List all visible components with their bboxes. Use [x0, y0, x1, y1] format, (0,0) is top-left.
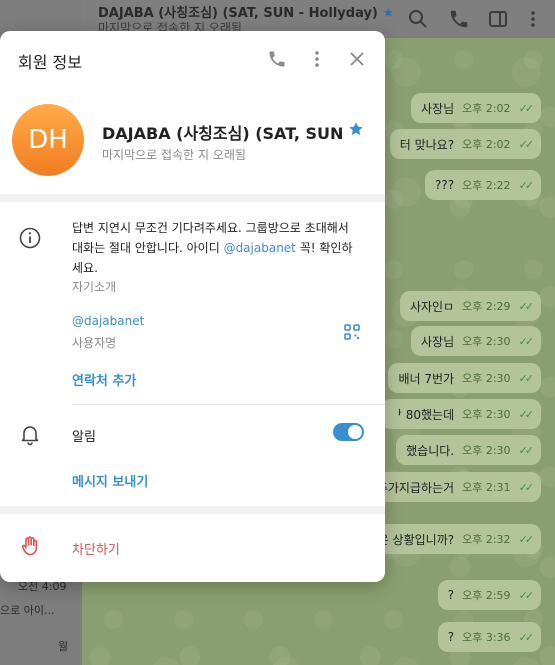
- phone-icon[interactable]: [448, 8, 470, 30]
- message-bubble[interactable]: ??? 오후 2:22 ✓✓: [425, 170, 541, 200]
- send-message-button[interactable]: 메시지 보내기: [72, 471, 148, 490]
- search-icon[interactable]: [407, 8, 429, 30]
- block-user-button[interactable]: 차단하기: [72, 539, 120, 558]
- double-check-icon: ✓✓: [518, 334, 535, 348]
- dialog-title: 회원 정보: [18, 53, 82, 72]
- notifications-label: 알림: [72, 430, 96, 445]
- message-bubble[interactable]: 배너 7번가 오후 2:30 ✓✓: [388, 363, 541, 393]
- message-bubble[interactable]: 사장님 오후 2:30 ✓✓: [410, 326, 541, 356]
- qr-code-icon[interactable]: [340, 320, 364, 344]
- message-bubble[interactable]: 터 맞나요? 오후 2:02 ✓✓: [389, 129, 541, 159]
- chat-list-preview: 으로 아이...: [0, 604, 55, 617]
- double-check-icon: ✓✓: [518, 371, 535, 385]
- message-bubble[interactable]: ᅡ 80했는데 오후 2:30 ✓✓: [380, 399, 541, 429]
- message-bubble[interactable]: 사자인ㅁ 오후 2:29 ✓✓: [399, 291, 541, 321]
- verified-star-icon: [348, 121, 364, 141]
- double-check-icon: ✓✓: [518, 443, 535, 457]
- divider: [72, 404, 385, 405]
- double-check-icon: ✓✓: [518, 299, 535, 313]
- message-bubble[interactable]: ? 오후 2:59 ✓✓: [437, 580, 541, 610]
- double-check-icon: ✓✓: [518, 630, 535, 644]
- hand-stop-icon: [18, 534, 42, 558]
- avatar-initials: DH: [28, 125, 68, 155]
- more-vertical-icon[interactable]: [305, 47, 329, 71]
- section-separator: [0, 194, 385, 202]
- double-check-icon: ✓✓: [518, 588, 535, 602]
- user-name: DAJABA (사칭조심) (SAT, SUN ...: [102, 124, 347, 143]
- bio-text: 답변 지연시 무조건 기다려주세요. 그룹방으로 초대해서 대화는 절대 안합니…: [72, 221, 353, 275]
- message-bubble[interactable]: 사장님 오후 2:02 ✓✓: [410, 93, 541, 123]
- verified-star-icon: ★: [382, 6, 395, 21]
- message-bubble[interactable]: 했습니다. 오후 2:30 ✓✓: [396, 435, 541, 465]
- more-vertical-icon[interactable]: [522, 8, 544, 30]
- username-label: 사용자명: [72, 336, 117, 350]
- username-value[interactable]: @dajabanet: [72, 314, 144, 328]
- avatar[interactable]: DH: [12, 104, 84, 176]
- double-check-icon: ✓✓: [518, 480, 535, 494]
- user-info-dialog: 회원 정보 DH DAJABA (사칭조심) (SAT, SUN ... 마지막…: [0, 31, 385, 582]
- bio-username-link[interactable]: @dajabanet: [224, 241, 296, 255]
- bio-label: 자기소개: [72, 280, 117, 294]
- info-icon: [18, 226, 42, 250]
- double-check-icon: ✓✓: [518, 407, 535, 421]
- user-status: 마지막으로 접속한 지 오래됨: [102, 148, 246, 162]
- double-check-icon: ✓✓: [518, 137, 535, 151]
- toggle-knob: [348, 425, 362, 439]
- sidebar-toggle-icon[interactable]: [487, 8, 509, 30]
- bell-icon: [18, 422, 42, 446]
- phone-icon[interactable]: [265, 47, 289, 71]
- double-check-icon: ✓✓: [518, 532, 535, 546]
- double-check-icon: ✓✓: [518, 178, 535, 192]
- section-separator: [0, 506, 385, 514]
- notifications-toggle[interactable]: [333, 423, 364, 441]
- message-bubble[interactable]: ? 오후 3:36 ✓✓: [437, 622, 541, 652]
- close-icon[interactable]: [345, 47, 369, 71]
- add-contact-button[interactable]: 연락처 추가: [72, 370, 136, 389]
- double-check-icon: ✓✓: [518, 101, 535, 115]
